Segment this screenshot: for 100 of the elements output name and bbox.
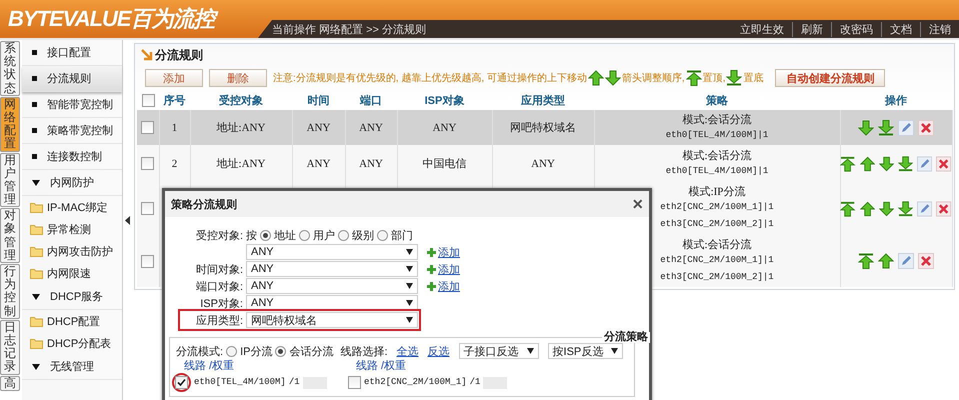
side-tab[interactable]: 行为控制: [0, 264, 20, 319]
radio-button[interactable]: [260, 230, 271, 240]
down-arrow-icon[interactable]: [878, 201, 894, 216]
add-link[interactable]: 添加: [427, 262, 460, 276]
policy-mode: 模式:IP分流: [688, 184, 746, 199]
dropdown[interactable]: 按ISP反选: [548, 343, 624, 359]
radio-button[interactable]: [299, 230, 310, 240]
bullet-icon: [32, 76, 37, 81]
menu-group[interactable]: 无线管理: [22, 354, 122, 380]
move-top-icon[interactable]: [686, 70, 702, 86]
dropdown-arrow-icon: [611, 348, 618, 354]
header-link[interactable]: 注销: [920, 22, 959, 36]
side-tab[interactable]: 用户管理: [0, 152, 20, 208]
radio-button[interactable]: [275, 346, 286, 356]
radio-button[interactable]: [338, 230, 349, 240]
header-link[interactable]: 文档: [881, 22, 920, 36]
table-row[interactable]: 1 地址:ANY ANY ANY ANY 网吧特权域名 模式:会话分流 eth0[TEL_4M/100M]|1: [137, 110, 952, 145]
menu-item[interactable]: 智能带宽控制: [22, 92, 122, 118]
edit-icon[interactable]: [898, 120, 914, 136]
checkbox[interactable]: [142, 94, 154, 106]
menu-item[interactable]: DHCP分配表: [22, 332, 122, 354]
folder-icon: [30, 246, 43, 256]
menu-group[interactable]: 内网防护: [22, 170, 122, 196]
checkbox[interactable]: [175, 376, 188, 389]
field-label: 线路选择:: [340, 344, 388, 358]
policy-mode: 模式:会话分流: [681, 148, 753, 162]
radio-button[interactable]: [377, 230, 388, 240]
edit-icon[interactable]: [917, 200, 932, 216]
side-tab[interactable]: 日志记录: [0, 320, 20, 374]
column-header: 应用类型: [492, 90, 594, 110]
toolbar-button[interactable]: 添加: [145, 69, 203, 87]
header-link[interactable]: 改密码: [831, 22, 881, 36]
folder-icon: [30, 316, 43, 326]
table-cell: 网吧特权域名: [510, 122, 576, 134]
select-link[interactable]: 反选: [428, 344, 450, 358]
up-arrow-icon[interactable]: [588, 70, 604, 86]
select-field[interactable]: ANY: [246, 278, 418, 294]
menu-item[interactable]: 异常检测: [22, 218, 122, 240]
auto-create-button[interactable]: 自动创建分流规则: [775, 69, 886, 87]
delete-icon[interactable]: [918, 120, 934, 136]
policy-line: eth0[TEL_4M/100M]|1: [666, 162, 768, 180]
side-tab[interactable]: 对象管理: [0, 208, 20, 263]
toolbar-button[interactable]: 删除: [209, 69, 267, 87]
close-button[interactable]: ×: [632, 195, 643, 213]
edit-icon[interactable]: [917, 156, 932, 172]
add-link[interactable]: 添加: [427, 244, 460, 260]
radio-button[interactable]: [226, 346, 238, 356]
select-field[interactable]: ANY: [246, 261, 418, 277]
select-field[interactable]: ANY: [246, 295, 418, 311]
move-bottom-icon[interactable]: [878, 120, 894, 135]
delete-icon[interactable]: [936, 156, 952, 172]
add-link[interactable]: 添加: [427, 278, 460, 294]
down-arrow-icon[interactable]: [858, 120, 874, 136]
bullet-icon: [32, 128, 37, 133]
menu-item[interactable]: IP-MAC绑定: [22, 196, 122, 218]
move-top-icon[interactable]: [858, 254, 874, 269]
radio-label: 用户: [313, 228, 335, 242]
menu-item[interactable]: 策略带宽控制: [22, 118, 122, 144]
move-top-icon[interactable]: [840, 156, 856, 172]
dropdown[interactable]: 子接口反选: [458, 343, 539, 359]
side-tab[interactable]: 系统状态: [0, 41, 20, 96]
menu-item[interactable]: 连接数控制: [22, 144, 122, 170]
delete-icon[interactable]: [936, 200, 952, 216]
up-arrow-icon[interactable]: [860, 156, 875, 171]
up-arrow-icon[interactable]: [860, 201, 875, 216]
move-top-icon[interactable]: [840, 201, 856, 216]
checkbox[interactable]: [141, 121, 154, 134]
table-row[interactable]: 2 地址:ANY ANY ANY 中国电信 ANY 模式:会话分流 eth0[TEL_4M/100M]|1: [137, 145, 952, 182]
line-name: eth2[CNC_2M/100M_1]: [364, 376, 467, 389]
menu-item[interactable]: DHCP配置: [22, 310, 122, 332]
move-bottom-icon[interactable]: [726, 70, 742, 86]
menu-item[interactable]: 分流规则: [22, 66, 122, 92]
checkbox[interactable]: [348, 376, 361, 389]
policy-mode: 模式:会话分流: [681, 112, 753, 126]
checkbox[interactable]: [141, 254, 154, 268]
side-tab[interactable]: 网络配置: [0, 96, 20, 152]
menu-item[interactable]: 内网攻击防护: [22, 240, 122, 262]
delete-icon[interactable]: [918, 253, 934, 269]
table-cell: 2: [172, 158, 178, 170]
checkbox[interactable]: [141, 202, 154, 215]
down-arrow-icon[interactable]: [878, 156, 894, 171]
dialog-title: 策略分流规则: [171, 198, 237, 212]
collapse-icon[interactable]: [125, 216, 130, 224]
table-cell: ANY: [306, 122, 330, 134]
down-arrow-icon[interactable]: [604, 70, 621, 86]
menu-item[interactable]: 内网限速: [22, 262, 122, 284]
move-bottom-icon[interactable]: [898, 200, 914, 216]
up-arrow-icon[interactable]: [878, 253, 894, 268]
select-field[interactable]: ANY: [246, 244, 418, 260]
move-bottom-icon[interactable]: [898, 156, 914, 171]
edit-icon[interactable]: [898, 253, 914, 269]
side-tab[interactable]: 高: [0, 376, 20, 391]
header-link[interactable]: 立即生效: [732, 22, 792, 36]
menu-group[interactable]: DHCP服务: [22, 284, 122, 310]
dropdown-arrow-icon: [406, 283, 413, 289]
select-field[interactable]: 网吧特权域名: [246, 312, 418, 328]
select-link[interactable]: 全选: [396, 344, 419, 358]
table-cell: 1: [172, 122, 178, 134]
checkbox[interactable]: [141, 157, 154, 170]
header-link[interactable]: 刷新: [792, 22, 831, 36]
